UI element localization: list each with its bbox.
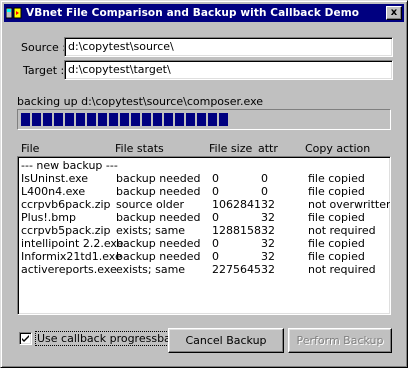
target-label: Target :: [23, 64, 65, 77]
status-text: backing up d:\copytest\source\composer.e…: [17, 95, 264, 108]
column-header-file-stats: File stats: [115, 142, 164, 155]
file-size: 2275645: [212, 263, 261, 276]
callback-progressbar-checkbox[interactable]: [19, 332, 32, 345]
copy-action: file copied: [308, 211, 365, 224]
file-stats: exists; same: [116, 224, 186, 237]
file-name: Informix21td1.exe: [21, 250, 122, 263]
app-icon: [5, 6, 22, 20]
perform-backup-button[interactable]: Perform Backup: [288, 328, 392, 353]
file-name: activereports.exe: [21, 263, 117, 276]
callback-progressbar-option[interactable]: Use callback progressbar: [19, 331, 178, 346]
file-size: 0: [212, 185, 219, 198]
progress-block: [32, 113, 41, 126]
progress-block: [197, 113, 206, 126]
progress-block: [164, 113, 173, 126]
progress-block: [87, 113, 96, 126]
progress-block: [142, 113, 151, 126]
file-stats: backup needed: [116, 172, 201, 185]
file-stats: backup needed: [116, 237, 201, 250]
file-attr: 32: [261, 263, 275, 276]
list-item[interactable]: intellipoint 2.2.exe backup needed 0 32 file…: [21, 237, 390, 250]
file-size: 0: [212, 211, 219, 224]
copy-action: file copied: [308, 237, 365, 250]
copy-action: file copied: [308, 172, 365, 185]
file-size: 0: [212, 172, 219, 185]
progress-block: [21, 113, 30, 126]
progress-block: [76, 113, 85, 126]
cancel-backup-button[interactable]: Cancel Backup: [168, 328, 284, 353]
file-size: 1288158: [212, 224, 261, 237]
progress-block: [65, 113, 74, 126]
target-path-field[interactable]: d:\copytest\target\: [64, 60, 393, 80]
column-header-file: File: [21, 142, 40, 155]
callback-progressbar-label: Use callback progressbar: [34, 331, 178, 346]
file-stats: source older: [116, 198, 185, 211]
check-mark-icon: [22, 335, 29, 342]
file-name: L400n4.exe: [21, 185, 86, 198]
column-header-attr: attr: [258, 142, 278, 155]
title-bar[interactable]: VBnet File Comparison and Backup with Ca…: [4, 4, 404, 22]
backup-progress-bar: [17, 109, 391, 130]
file-size: 1062841: [212, 198, 261, 211]
file-size: 0: [212, 237, 219, 250]
file-stats: backup needed: [116, 250, 201, 263]
main-window: VBnet File Comparison and Backup with Ca…: [0, 0, 408, 368]
progress-block: [153, 113, 162, 126]
file-stats: backup needed: [116, 211, 201, 224]
backup-results-list[interactable]: --- new backup --- IsUninst.exe backup ne…: [17, 156, 391, 315]
file-stats: exists; same: [116, 263, 186, 276]
file-stats: backup needed: [116, 185, 201, 198]
file-name: ccrpvb6pack.zip: [21, 198, 111, 211]
progress-block: [219, 113, 228, 126]
list-item[interactable]: ccrpvb5pack.zip exists; same 1288158 32 not …: [21, 224, 390, 237]
file-name: ccrpvb5pack.zip: [21, 224, 111, 237]
progress-block: [43, 113, 52, 126]
file-attr: 32: [261, 237, 275, 250]
close-button[interactable]: x: [386, 6, 402, 20]
file-size: 0: [212, 250, 219, 263]
copy-action: not required: [308, 263, 376, 276]
list-item[interactable]: Informix21td1.exe backup needed 0 32 file co…: [21, 250, 390, 263]
close-icon: x: [390, 7, 398, 18]
new-backup-marker: --- new backup ---: [21, 159, 118, 172]
copy-action: file copied: [308, 250, 365, 263]
list-item[interactable]: IsUninst.exe backup needed 0 0 file copied: [21, 172, 390, 185]
copy-action: file copied: [308, 185, 365, 198]
window-title: VBnet File Comparison and Backup with Ca…: [26, 7, 360, 19]
copy-action: not required: [308, 224, 376, 237]
file-attr: 0: [261, 172, 268, 185]
file-attr: 32: [261, 224, 275, 237]
source-label: Source :: [21, 41, 66, 54]
source-path-field[interactable]: d:\copytest\source\: [64, 37, 393, 57]
progress-block: [109, 113, 118, 126]
file-name: intellipoint 2.2.exe: [21, 237, 124, 250]
list-item[interactable]: Plus!.bmp backup needed 0 32 file copied: [21, 211, 390, 224]
file-attr: 32: [261, 211, 275, 224]
progress-block: [186, 113, 195, 126]
progress-block: [98, 113, 107, 126]
progress-block: [120, 113, 129, 126]
file-name: Plus!.bmp: [21, 211, 76, 224]
list-item-new-backup[interactable]: --- new backup ---: [21, 159, 390, 172]
file-attr: 32: [261, 198, 275, 211]
progress-block: [208, 113, 217, 126]
column-header-copy-action: Copy action: [305, 142, 371, 155]
list-item[interactable]: activereports.exe exists; same 2275645 32 no…: [21, 263, 390, 276]
list-item[interactable]: L400n4.exe backup needed 0 0 file copied: [21, 185, 390, 198]
progress-block: [131, 113, 140, 126]
progress-block: [54, 113, 63, 126]
file-attr: 0: [261, 185, 268, 198]
file-name: IsUninst.exe: [21, 172, 89, 185]
file-attr: 32: [261, 250, 275, 263]
column-header-file-size: File size: [209, 142, 253, 155]
copy-action: not overwritten: [308, 198, 391, 211]
progress-block: [175, 113, 184, 126]
list-item[interactable]: ccrpvb6pack.zip source older 1062841 32 not …: [21, 198, 390, 211]
